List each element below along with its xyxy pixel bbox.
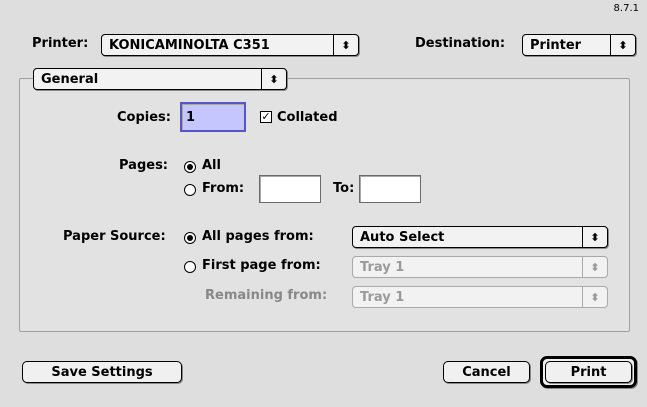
copies-label: Copies: xyxy=(117,110,171,125)
section-popup-value: General xyxy=(41,71,99,87)
printer-popup[interactable]: KONICAMINOLTA C351 ⬍ xyxy=(101,34,359,56)
collated-label: Collated xyxy=(277,110,338,125)
save-settings-button[interactable]: Save Settings xyxy=(22,361,182,383)
pages-from-field[interactable] xyxy=(259,175,321,203)
first-page-from-popup[interactable]: Tray 1 ⬍ xyxy=(352,256,608,278)
section-popup[interactable]: General ⬍ xyxy=(33,68,287,90)
up-down-arrows-icon: ⬍ xyxy=(582,257,607,277)
first-page-from-label: First page from: xyxy=(202,258,321,273)
up-down-arrows-icon: ⬍ xyxy=(582,287,607,307)
pages-from-label: From: xyxy=(202,181,245,196)
pages-label: Pages: xyxy=(119,158,169,173)
all-pages-from-popup[interactable]: Auto Select ⬍ xyxy=(352,226,608,248)
destination-popup-value: Printer xyxy=(530,37,582,53)
all-pages-from-radio[interactable] xyxy=(184,232,196,244)
collated-checkbox[interactable]: ✓ xyxy=(260,111,272,123)
all-pages-from-popup-value: Auto Select xyxy=(360,229,445,245)
copies-field[interactable]: 1 xyxy=(180,102,246,132)
up-down-arrows-icon: ⬍ xyxy=(333,35,358,55)
version-label: 8.7.1 xyxy=(613,3,639,14)
all-pages-from-label: All pages from: xyxy=(202,229,314,244)
print-button[interactable]: Print xyxy=(545,361,632,383)
destination-label: Destination: xyxy=(415,36,506,51)
remaining-from-label: Remaining from: xyxy=(205,288,328,303)
pages-all-radio[interactable] xyxy=(184,161,196,173)
pages-to-label: To: xyxy=(333,181,355,196)
printer-label: Printer: xyxy=(32,36,89,51)
up-down-arrows-icon: ⬍ xyxy=(610,35,635,55)
up-down-arrows-icon: ⬍ xyxy=(261,69,286,89)
first-page-from-popup-value: Tray 1 xyxy=(360,259,405,275)
remaining-from-popup-value: Tray 1 xyxy=(360,289,405,305)
paper-source-label: Paper Source: xyxy=(63,229,166,244)
checkmark-icon: ✓ xyxy=(261,110,271,123)
printer-popup-value: KONICAMINOLTA C351 xyxy=(109,37,270,53)
pages-all-label: All xyxy=(202,158,221,173)
up-down-arrows-icon: ⬍ xyxy=(582,227,607,247)
pages-from-radio[interactable] xyxy=(184,184,196,196)
destination-popup[interactable]: Printer ⬍ xyxy=(522,34,636,56)
remaining-from-popup[interactable]: Tray 1 ⬍ xyxy=(352,286,608,308)
cancel-button[interactable]: Cancel xyxy=(443,361,530,383)
pages-to-field[interactable] xyxy=(359,175,421,203)
first-page-from-radio[interactable] xyxy=(184,261,196,273)
